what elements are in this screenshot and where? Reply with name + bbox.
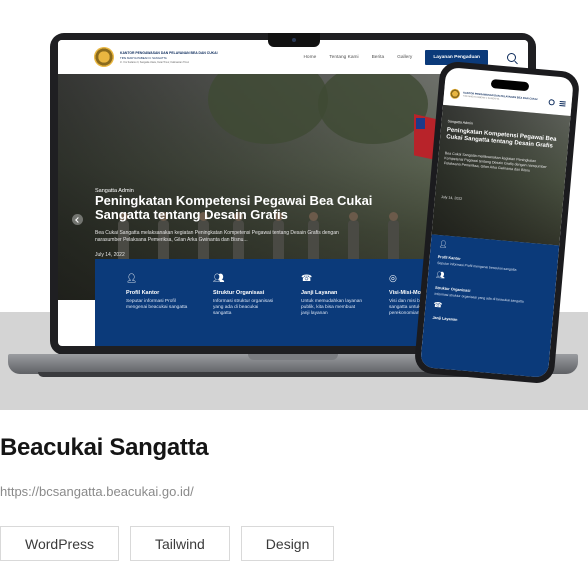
site-brand-line2: TIPE MADYA PABEAN C SANGATTA	[120, 55, 167, 60]
service-janji-layanan[interactable]: ☎︎ Janji Layanan Untuk memudahkan layana…	[271, 259, 362, 346]
nav-berita[interactable]: Berita	[372, 55, 385, 60]
project-tags: WordPress Tailwind Design	[0, 526, 335, 561]
tag-tailwind[interactable]: Tailwind	[129, 526, 230, 561]
phone-services-band: 👤︎ Profil Kantor Seputar informasi Profi…	[420, 234, 560, 379]
laptop-notch	[268, 33, 320, 47]
phone-service-struktur-organisasi[interactable]: 👥︎ Struktur Organisasi Informasi struktu…	[434, 272, 548, 306]
phone-service-janji-layanan[interactable]: ☎︎ Janji Layanan	[432, 302, 545, 330]
laptop-groove	[248, 354, 338, 360]
service-struktur-organisasi[interactable]: 👥︎ Struktur Organisasi Informasi struktu…	[183, 259, 273, 346]
users-icon: 👥︎	[213, 273, 225, 283]
hero-date: July 14, 2022	[95, 252, 125, 258]
service-profil-kantor[interactable]: 👤︎ Profil Kantor Seputar informasi Profi…	[95, 259, 187, 346]
service-text: Informasi struktur organisasi yang ada d…	[213, 299, 274, 317]
phone-tools	[548, 99, 566, 107]
site-brand: KANTOR PENGAWASAN DAN PELAYANAN BEA DAN …	[120, 51, 238, 64]
headset-icon: ☎︎	[301, 273, 313, 283]
tag-design[interactable]: Design	[240, 526, 335, 561]
service-title: Struktur Organisasi	[213, 290, 265, 296]
soldier-shape	[388, 212, 399, 260]
target-icon: ◎	[389, 273, 397, 283]
hero-prev-icon[interactable]	[72, 214, 83, 225]
user-icon: 👤︎	[126, 273, 138, 283]
nav-gallery[interactable]: Gallery	[397, 55, 412, 60]
search-icon[interactable]	[548, 99, 555, 106]
project-preview[interactable]: KANTOR PENGAWASAN DAN PELAYANAN BEA DAN …	[0, 0, 588, 410]
project-title: Beacukai Sangatta	[0, 434, 209, 461]
hero-description: Bea Cukai Sangatta melaksanakan kegiatan…	[95, 230, 339, 243]
phone-screen: KANTOR PENGAWASAN DAN PELAYANAN BEA DAN …	[420, 66, 574, 379]
phone-mockup: KANTOR PENGAWASAN DAN PELAYANAN BEA DAN …	[413, 60, 581, 385]
site-brand-line1: KANTOR PENGAWASAN DAN PELAYANAN BEA DAN …	[120, 50, 218, 55]
site-logo-icon	[94, 47, 114, 67]
hero-title[interactable]: Peningkatan Kompetensi Pegawai Bea Cukai…	[95, 194, 395, 222]
nav-home[interactable]: Home	[303, 55, 316, 60]
menu-icon[interactable]	[559, 100, 566, 107]
service-text: Seputar informasi Profil mengenai beacuk…	[126, 299, 188, 311]
service-text: Untuk memudahkan layanan publik, kita bi…	[301, 299, 363, 317]
tree-shape	[318, 74, 428, 144]
service-title: Janji Layanan	[301, 290, 338, 296]
search-icon[interactable]	[507, 52, 516, 62]
tag-wordpress[interactable]: WordPress	[0, 526, 119, 561]
nav-tentang-kami[interactable]: Tentang Kami	[329, 55, 358, 60]
phone-brand: KANTOR PENGAWASAN DAN PELAYANAN BEA DAN …	[463, 92, 538, 104]
tree-shape	[208, 74, 328, 144]
site-brand-line3: Jl. Yos Sudarso II, Sangatta Utara, Kuta…	[120, 60, 190, 64]
phone-service-profil-kantor[interactable]: 👤︎ Profil Kantor Seputar informasi Profi…	[437, 241, 551, 275]
camera-icon	[292, 38, 296, 42]
project-url[interactable]: https://bcsangatta.beacukai.go.id/	[0, 484, 194, 499]
site-nav: Home Tentang Kami Berita Gallery Layanan…	[303, 49, 516, 65]
project-card: KANTOR PENGAWASAN DAN PELAYANAN BEA DAN …	[0, 0, 588, 561]
service-title: Profil Kantor	[126, 290, 160, 296]
phone-logo-icon	[449, 88, 461, 100]
